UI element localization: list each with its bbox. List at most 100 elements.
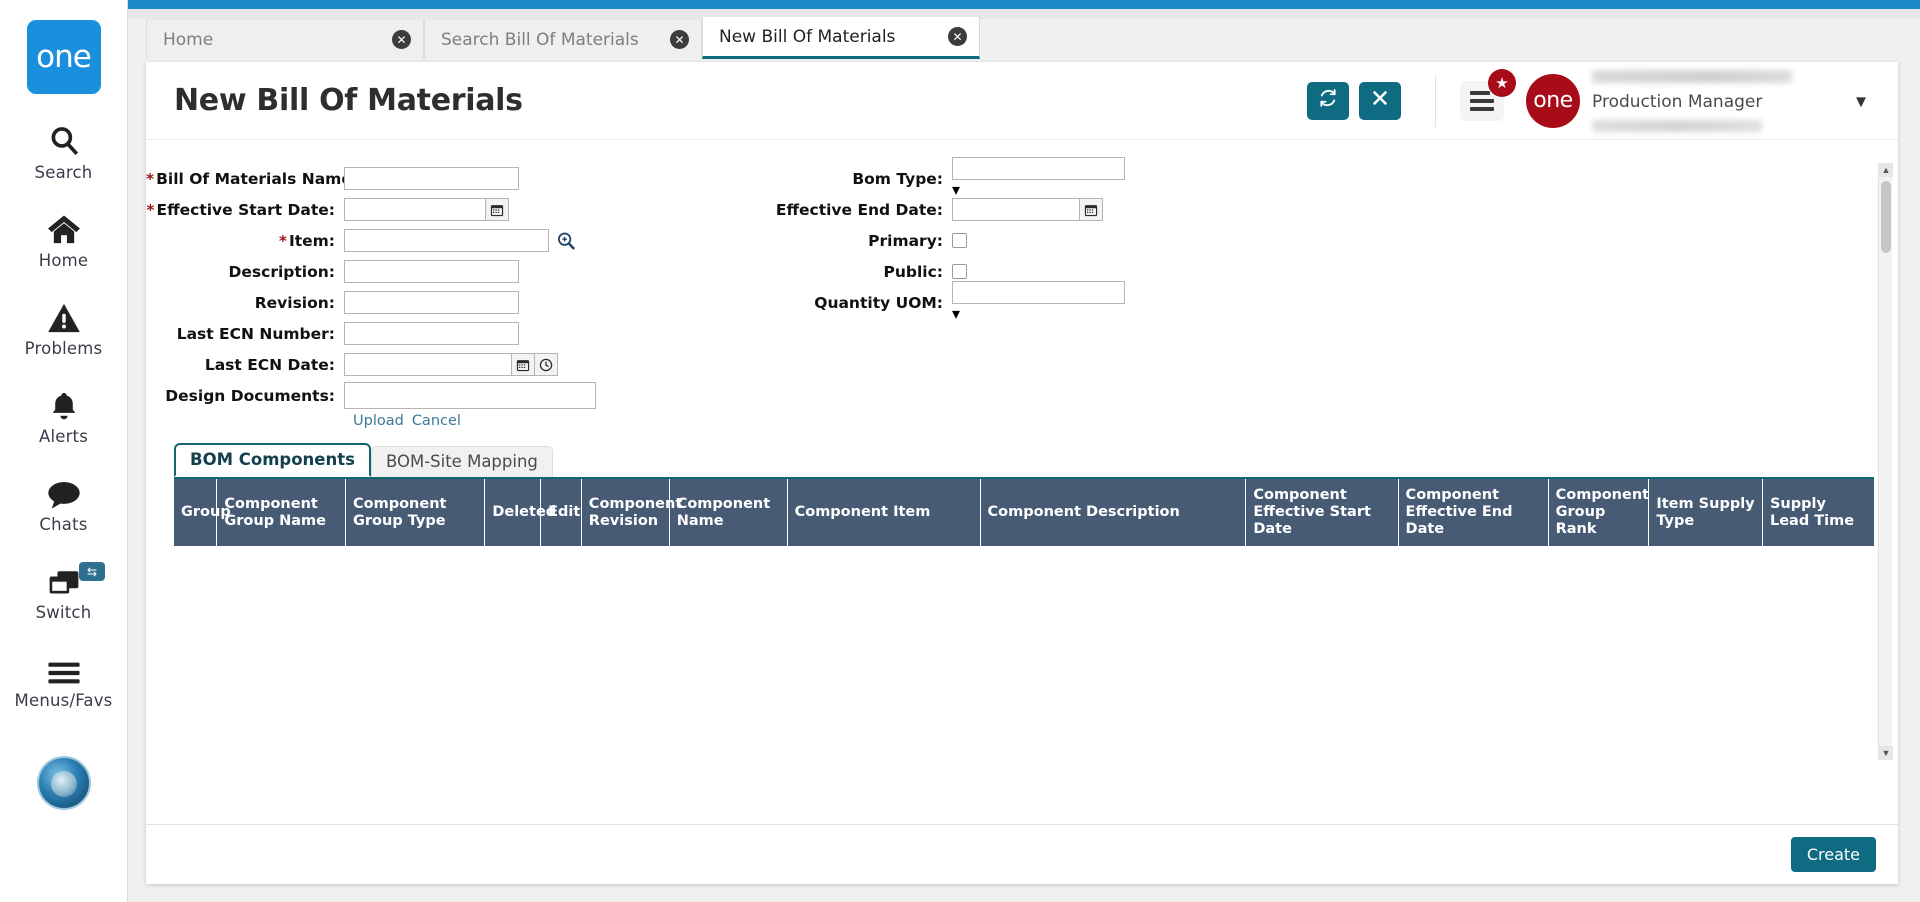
col-component-effective-end-date[interactable]: Component Effective End Date [1398,479,1549,547]
sidebar-item-menus-favs[interactable]: Menus/Favs [0,648,127,710]
calendar-icon[interactable] [486,198,509,221]
magnifier-icon[interactable] [556,230,576,251]
scrollbar-thumb[interactable] [1881,181,1891,253]
col-component-revision[interactable]: Component Revision [581,479,682,547]
last-ecn-number-input[interactable] [344,322,519,345]
field-quantity-uom: Quantity UOM: ▾ [746,281,1306,323]
col-component-group-rank[interactable]: Component Group Rank [1548,479,1650,547]
col-component-name[interactable]: Component Name [669,479,788,547]
cancel-upload-link[interactable]: Cancel [412,413,461,429]
col-supply-lead-time[interactable]: Supply Lead Time [1762,479,1874,547]
item-input[interactable] [344,229,549,252]
top-grey-strip [128,9,1920,19]
tab-label: Search Bill Of Materials [441,29,639,50]
tab-bom-site-mapping[interactable]: BOM-Site Mapping [370,446,553,477]
clock-icon[interactable] [535,353,558,376]
refresh-icon [1318,88,1338,113]
sidebar-item-label: Alerts [38,427,89,446]
field-label: * Item: [146,232,344,250]
top-blue-strip [128,0,1920,9]
sidebar-item-home[interactable]: Home [0,208,127,270]
close-page-button[interactable] [1359,81,1401,120]
one-logo-text: one [36,39,92,75]
required-marker: * [278,231,287,250]
col-component-group-name[interactable]: Component Group Name [216,479,346,547]
bom-type-select[interactable]: ▾ [952,157,1125,200]
page-card: New Bill Of Materials ★ one Production M… [146,62,1898,884]
avatar[interactable] [36,756,91,810]
field-label-text: Effective Start Date: [156,200,335,219]
sidebar-item-search[interactable]: Search [0,120,127,182]
sidebar-item-label: Home [38,251,89,270]
close-icon[interactable]: ✕ [948,27,967,46]
home-icon [46,208,82,246]
col-component-item[interactable]: Component Item [787,479,981,547]
tab-new-bill-of-materials[interactable]: New Bill Of Materials ✕ [702,16,980,59]
bill-of-materials-name-input[interactable] [344,167,519,190]
col-deleted[interactable]: Deleted [484,479,556,547]
user-org-redacted [1592,120,1762,132]
last-ecn-date-input[interactable] [344,353,512,376]
field-label: Quantity UOM: [814,293,943,312]
field-label-text: Item: [288,231,335,250]
field-label: Design Documents: [165,386,335,405]
tab-search-bill-of-materials[interactable]: Search Bill Of Materials ✕ [424,19,702,59]
create-button[interactable]: Create [1790,837,1876,872]
app-menu-button[interactable]: ★ [1460,68,1516,121]
sidebar-item-chats[interactable]: Chats [0,472,127,534]
design-documents-input[interactable] [344,382,596,409]
revision-input[interactable] [344,291,519,314]
col-component-description[interactable]: Component Description [980,479,1247,547]
primary-checkbox[interactable] [952,233,967,248]
sidebar-item-problems[interactable]: Problems [0,296,127,358]
chevron-down-icon: ▾ [952,306,961,323]
public-checkbox[interactable] [952,264,967,279]
application-window: one Search Home Problems Alerts Chats ⇆ … [0,0,1920,902]
left-nav-rail: one Search Home Problems Alerts Chats ⇆ … [0,0,128,902]
effective-end-date-input[interactable] [952,198,1080,221]
hamburger-icon [47,648,81,686]
page-scrollbar[interactable]: ▲ ▼ [1878,163,1893,760]
quantity-uom-select[interactable]: ▾ [952,281,1125,324]
scroll-up-arrow-icon[interactable]: ▲ [1879,163,1893,177]
user-menu[interactable]: Production Manager ▾ [1584,69,1880,132]
field-label: Last ECN Number: [176,324,335,343]
refresh-button[interactable] [1307,81,1349,120]
sidebar-item-label: Menus/Favs [14,691,113,710]
tab-bom-components[interactable]: BOM Components [174,443,371,477]
field-last-ecn-date: Last ECN Date: [146,349,746,380]
sidebar-item-switch[interactable]: ⇆ Switch [0,560,127,622]
upload-link[interactable]: Upload [353,413,404,429]
calendar-icon[interactable] [512,353,535,376]
section-tabs: BOM Components BOM-Site Mapping [174,443,1898,477]
sidebar-item-label: Switch [35,603,92,622]
effective-start-date-input[interactable] [344,198,486,221]
col-component-group-type[interactable]: Component Group Type [345,479,486,547]
chevron-down-icon[interactable]: ▾ [1856,88,1866,113]
field-label: * Bill Of Materials Name: [146,170,358,188]
page-title: New Bill Of Materials [174,83,523,118]
close-icon [1372,90,1388,111]
col-group[interactable]: Group [174,479,231,547]
field-label: * Effective Start Date: [146,201,344,219]
close-icon[interactable]: ✕ [392,30,411,49]
main-region: Home ✕ Search Bill Of Materials ✕ New Bi… [128,0,1920,902]
scroll-down-arrow-icon[interactable]: ▼ [1879,746,1893,760]
warning-icon [47,296,81,334]
field-design-documents: Design Documents: [146,380,746,411]
calendar-icon[interactable] [1080,198,1103,221]
sidebar-item-alerts[interactable]: Alerts [0,384,127,446]
close-icon[interactable]: ✕ [670,30,689,49]
design-documents-actions: Upload Cancel [146,413,746,429]
swap-arrows-icon[interactable]: ⇆ [79,562,105,581]
tab-label: New Bill Of Materials [719,26,896,47]
field-label: Revision: [254,293,335,312]
tab-label: BOM Components [190,450,355,469]
col-component-effective-start-date[interactable]: Component Effective Start Date [1245,479,1399,547]
tab-bar: Home ✕ Search Bill Of Materials ✕ New Bi… [146,16,980,59]
sidebar-item-label: Search [34,163,93,182]
tab-home[interactable]: Home ✕ [146,19,424,59]
one-logo[interactable]: one [26,20,101,94]
description-input[interactable] [344,260,519,283]
col-item-supply-type[interactable]: Item Supply Type [1648,479,1763,547]
